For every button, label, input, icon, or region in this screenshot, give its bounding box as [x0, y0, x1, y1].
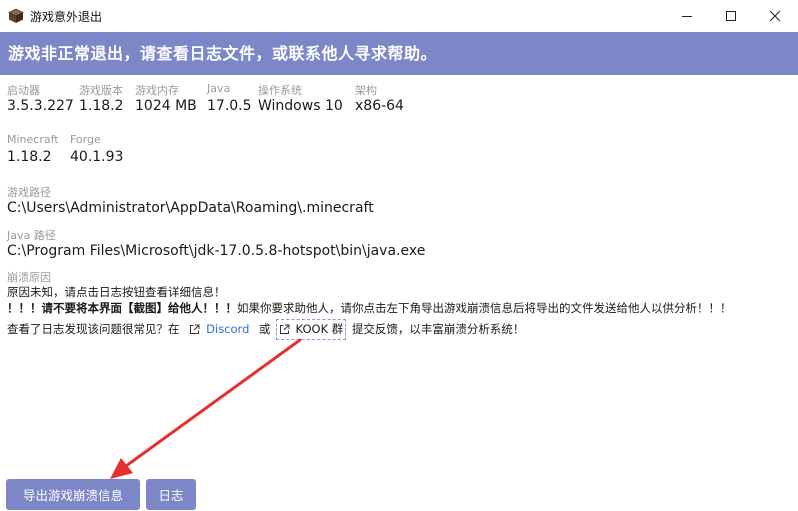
screenshot-warning-bold: ！！！请不要将本界面【截图】给他人！！！ [7, 301, 237, 315]
java-path-value: C:\Program Files\Microsoft\jdk-17.0.5.8-… [7, 243, 426, 259]
maximize-icon [726, 11, 736, 21]
game-version-value: 1.18.2 [79, 98, 124, 114]
kook-link[interactable]: KOOK 群 [275, 319, 347, 340]
game-version-label: 游戏版本 [79, 84, 123, 97]
java-label: Java [207, 82, 231, 95]
memory-label: 游戏内存 [135, 84, 179, 97]
discord-link-label: Discord [206, 322, 250, 336]
log-button[interactable]: 日志 [146, 479, 196, 510]
memory-value: 1024 MB [135, 98, 197, 114]
launcher-value: 3.5.3.227 [7, 98, 74, 114]
or-text: 或 [259, 322, 271, 336]
game-path-value: C:\Users\Administrator\AppData\Roaming\.… [7, 200, 374, 216]
minecraft-block-icon [8, 8, 24, 23]
os-value: Windows 10 [258, 98, 343, 114]
screenshot-warning: ！！！请不要将本界面【截图】给他人！！！如果你要求助他人，请你点击左下角导出游戏… [7, 300, 732, 316]
close-icon [769, 10, 781, 22]
export-crash-info-button[interactable]: 导出游戏崩溃信息 [6, 479, 140, 510]
feedback-line: 查看了日志发现该问题很常见？在 Discord 或 KOOK 群 提交反馈，以丰… [7, 319, 524, 340]
game-path-label: 游戏路径 [7, 186, 51, 199]
discord-link[interactable]: Discord [189, 322, 253, 336]
close-button[interactable] [752, 0, 798, 32]
external-link-icon [279, 324, 290, 334]
kook-link-label: KOOK 群 [295, 322, 344, 336]
external-link-icon [190, 324, 200, 334]
window-title: 游戏意外退出 [30, 10, 103, 24]
crash-reason-text: 原因未知，请点击日志按钮查看详细信息！ [7, 285, 226, 299]
minimize-button[interactable] [664, 0, 710, 32]
os-label: 操作系统 [258, 84, 302, 97]
launcher-label: 启动器 [7, 84, 40, 97]
forge-label: Forge [70, 133, 101, 146]
minecraft-label: Minecraft [7, 133, 59, 146]
java-value: 17.0.5 [207, 98, 252, 114]
crash-reason-label: 崩溃原因 [7, 271, 51, 284]
minecraft-value: 1.18.2 [7, 149, 52, 165]
screenshot-warning-rest: 如果你要求助他人，请你点击左下角导出游戏崩溃信息后将导出的文件发送给他人以供分析… [237, 301, 732, 315]
forge-value: 40.1.93 [70, 149, 124, 165]
arch-value: x86-64 [355, 98, 404, 114]
maximize-button[interactable] [708, 0, 754, 32]
arch-label: 架构 [355, 84, 377, 97]
error-banner: 游戏非正常退出，请查看日志文件，或联系他人寻求帮助。 [0, 32, 798, 75]
minimize-icon [682, 16, 692, 17]
title-bar[interactable]: 游戏意外退出 [0, 0, 798, 32]
feedback-prefix: 查看了日志发现该问题很常见？在 [7, 322, 180, 336]
java-path-label: Java 路径 [7, 229, 56, 242]
feedback-suffix: 提交反馈，以丰富崩溃分析系统！ [351, 322, 525, 336]
